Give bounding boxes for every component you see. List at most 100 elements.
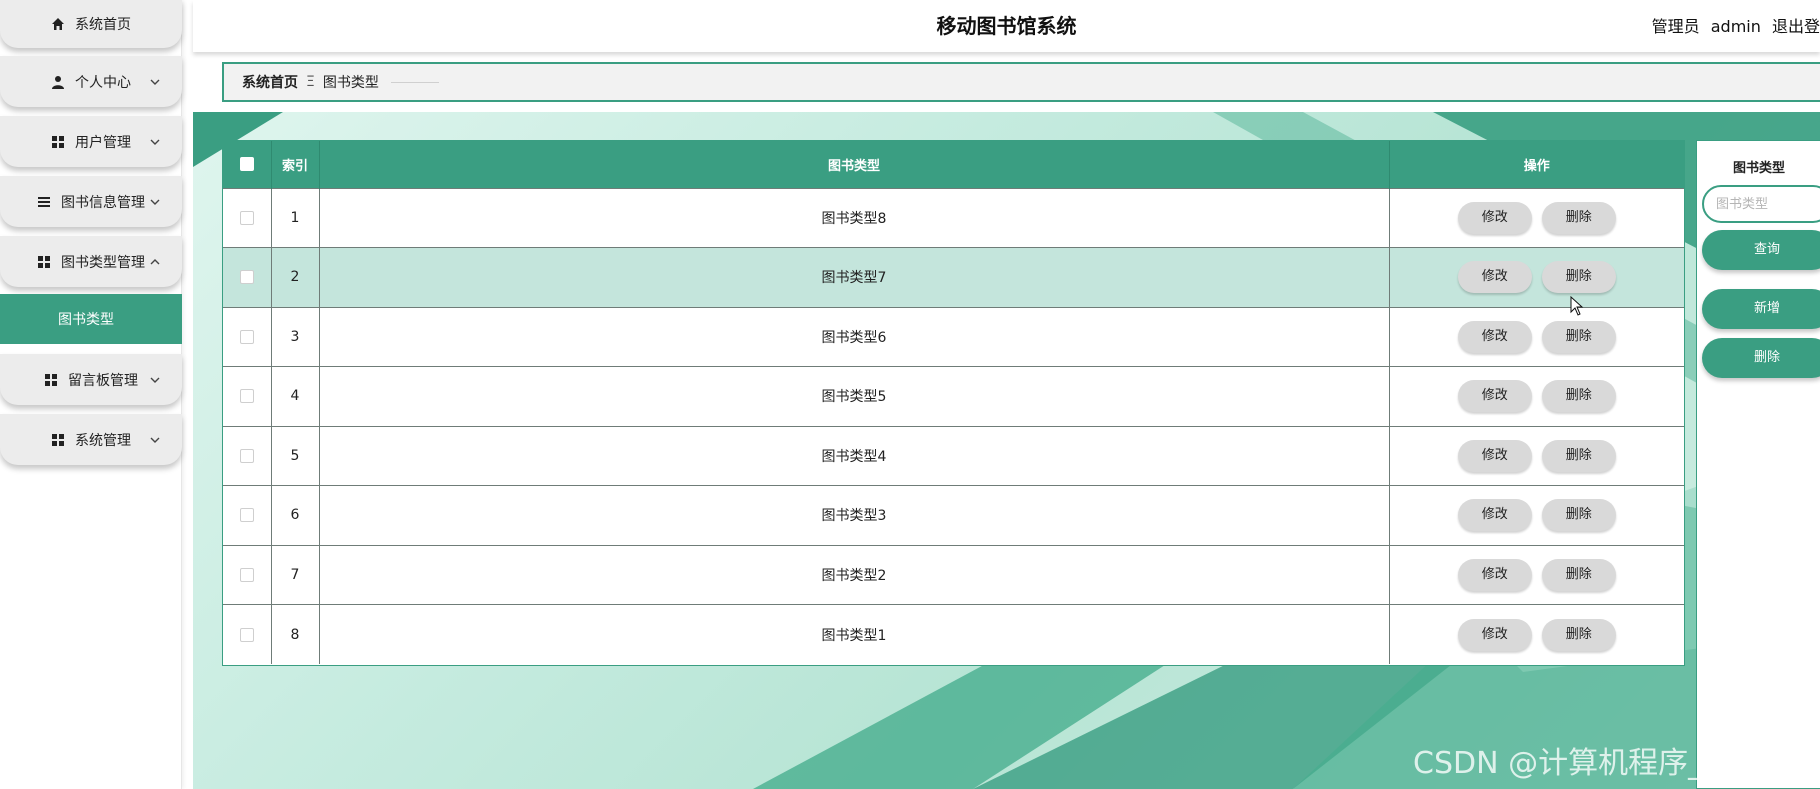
user-area: 管理员 admin 退出登 [1646,13,1820,37]
row-book-type: 图书类型3 [319,485,1390,545]
chevron-down-icon [148,373,162,387]
table-row: 4 图书类型5 修改 删除 [223,366,1684,426]
sidebar-item-user-management[interactable]: 用户管理 [0,116,182,167]
delete-button[interactable]: 删除 [1541,558,1616,591]
row-book-type: 图书类型4 [319,425,1390,486]
batch-delete-button[interactable]: 删除 [1702,338,1820,378]
add-button[interactable]: 新增 [1702,289,1820,329]
breadcrumb-underline [390,81,439,83]
select-all-checkbox[interactable] [239,157,254,172]
sidebar-item-message-board-management[interactable]: 留言板管理 [0,354,182,405]
row-index: 7 [271,544,320,605]
edit-button[interactable]: 修改 [1457,261,1532,294]
edit-button[interactable]: 修改 [1457,201,1532,234]
sidebar-item-book-info-management[interactable]: 图书信息管理 [0,176,182,227]
sidebar-item-label: 个人中心 [75,74,131,91]
table-row: 8 图书类型1 修改 删除 [223,604,1684,664]
list-icon [37,195,51,209]
row-checkbox[interactable] [239,270,254,285]
row-checkbox[interactable] [239,567,254,582]
sidebar-item-personal-center[interactable]: 个人中心 [0,56,182,107]
table-row: 3 图书类型6 修改 删除 [223,306,1684,367]
sidebar-item-label: 用户管理 [75,134,131,151]
row-checkbox[interactable] [239,448,254,463]
breadcrumb-separator: Ξ [306,74,315,90]
edit-button[interactable]: 修改 [1457,499,1532,532]
chevron-down-icon [148,75,162,89]
row-checkbox[interactable] [239,329,254,344]
row-index: 5 [271,425,320,486]
edit-button[interactable]: 修改 [1457,380,1532,413]
top-header: 移动图书馆系统 管理员 admin 退出登 [193,0,1820,52]
sidebar-item-book-type-management[interactable]: 图书类型管理 [0,236,182,287]
grid-icon [51,433,65,447]
table-row: 6 图书类型3 修改 删除 [223,485,1684,545]
chevron-down-icon [148,433,162,447]
table-row: 5 图书类型4 修改 删除 [223,425,1684,486]
row-index: 1 [271,187,320,248]
delete-button[interactable]: 删除 [1541,380,1616,413]
row-book-type: 图书类型6 [319,306,1390,367]
column-header-type: 图书类型 [319,141,1390,188]
search-label: 图书类型 [1732,161,1785,176]
breadcrumb-home[interactable]: 系统首页 [242,72,298,92]
logout-link[interactable]: 退出登 [1772,17,1820,36]
book-type-search-input[interactable] [1702,185,1820,223]
table-header-row: 索引 图书类型 操作 [223,141,1684,188]
table-row: 1 图书类型8 修改 删除 [223,187,1684,248]
row-checkbox[interactable] [239,210,254,225]
row-index: 8 [271,604,320,664]
delete-button[interactable]: 删除 [1541,499,1616,532]
column-header-index: 索引 [271,141,320,188]
table-row: 7 图书类型2 修改 删除 [223,544,1684,605]
row-book-type: 图书类型5 [319,366,1390,426]
edit-button[interactable]: 修改 [1457,320,1532,353]
chevron-down-icon [148,135,162,149]
grid-icon [44,373,58,387]
delete-button[interactable]: 删除 [1541,439,1616,472]
submenu-item-label: 图书类型 [58,312,114,328]
row-index: 4 [271,366,320,426]
submenu-item-book-type[interactable]: 图书类型 [0,294,182,344]
sidebar-item-label: 图书类型管理 [61,254,145,271]
sidebar-item-label: 留言板管理 [68,372,138,389]
row-checkbox[interactable] [239,627,254,642]
row-index: 3 [271,306,320,367]
edit-button[interactable]: 修改 [1457,618,1532,651]
chevron-down-icon [148,195,162,209]
watermark: CSDN @计算机程序_设计 [1413,746,1764,781]
row-book-type: 图书类型7 [319,247,1390,307]
delete-button[interactable]: 删除 [1541,201,1616,234]
app-title: 移动图书馆系统 [936,14,1077,38]
book-type-table: 索引 图书类型 操作 1 图书类型8 修改 删除 2 图书类型7 修改 删除 3 图… [222,140,1685,666]
user-icon [51,75,65,89]
sidebar-item-label: 系统管理 [75,432,131,449]
home-icon [51,17,65,31]
sidebar-item-home[interactable]: 系统首页 [0,0,182,48]
grid-icon [51,135,65,149]
row-checkbox[interactable] [239,508,254,523]
delete-button[interactable]: 删除 [1541,618,1616,651]
delete-button[interactable]: 删除 [1541,320,1616,353]
row-book-type: 图书类型2 [319,544,1390,605]
breadcrumb-current: 图书类型 [322,75,379,91]
select-all-header[interactable] [223,141,272,188]
search-panel: 图书类型 查询 新增 删除 [1696,140,1820,789]
user-role: 管理员 [1651,17,1700,36]
edit-button[interactable]: 修改 [1457,439,1532,472]
grid-icon [37,255,51,269]
username: admin [1710,17,1761,36]
row-index: 6 [271,485,320,545]
chevron-up-icon [148,255,162,269]
sidebar-item-system-management[interactable]: 系统管理 [0,414,182,465]
query-button[interactable]: 查询 [1702,230,1820,270]
row-book-type: 图书类型1 [319,604,1390,664]
row-checkbox[interactable] [239,389,254,404]
sidebar: 系统首页 个人中心 用户管理 图书信息管理 图书类型管理 图书类型 留言板管理 … [0,0,182,789]
column-header-actions: 操作 [1389,141,1684,188]
row-book-type: 图书类型8 [319,187,1390,248]
delete-button[interactable]: 删除 [1541,261,1616,294]
mouse-cursor-icon [1570,296,1584,316]
edit-button[interactable]: 修改 [1457,558,1532,591]
sidebar-item-label: 图书信息管理 [61,194,145,211]
